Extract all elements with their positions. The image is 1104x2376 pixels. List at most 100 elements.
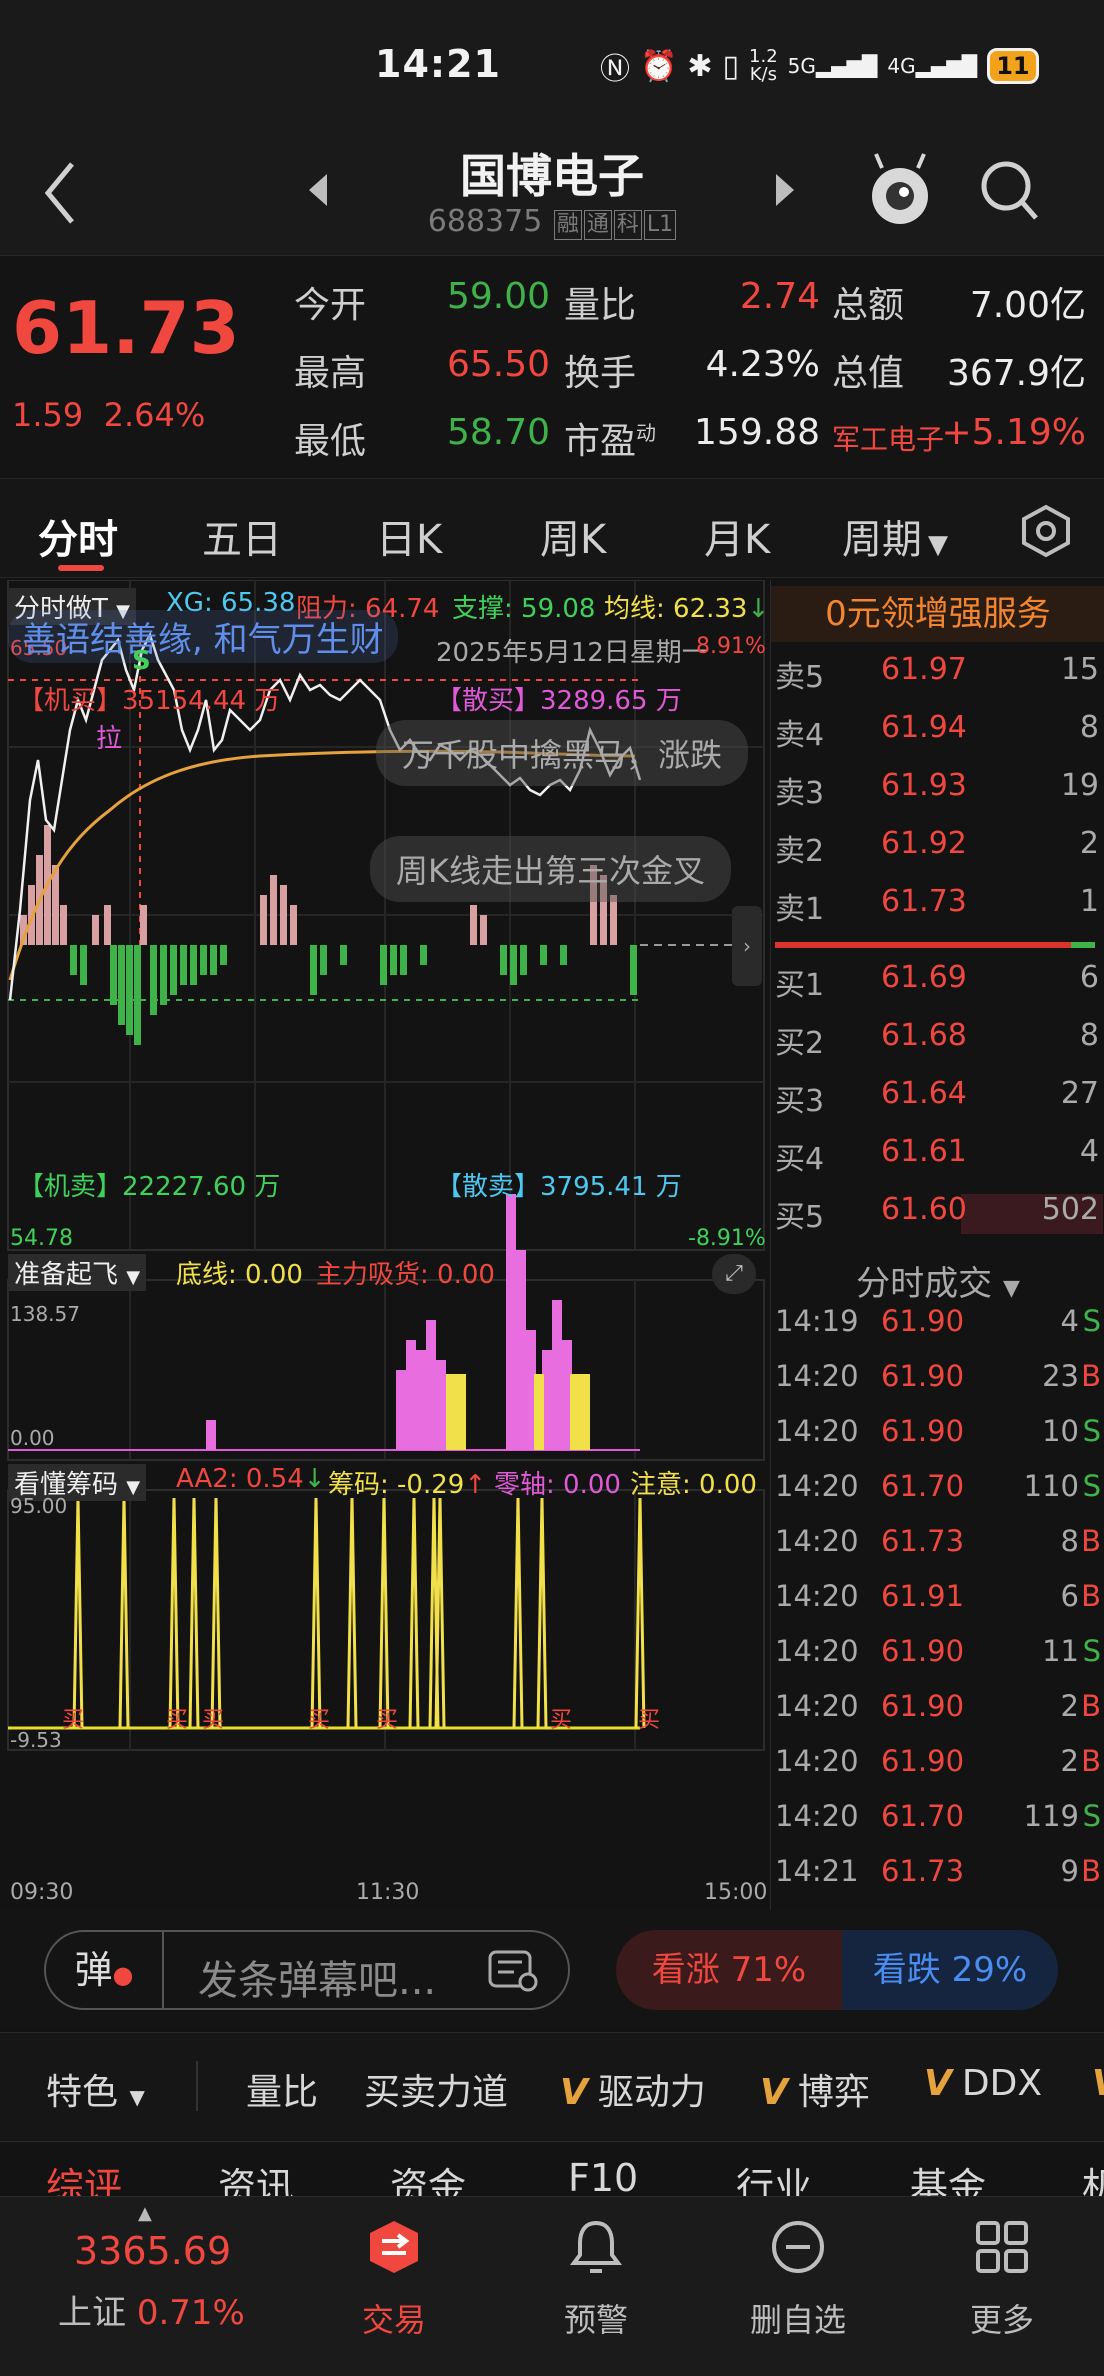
volume-bar-up [260, 895, 267, 945]
panel3-spike [118, 1497, 130, 1729]
ask-row[interactable]: 卖2 61.92 2 [771, 826, 1104, 884]
slogan-overlay: 善语结善缘, 和气万生财 [8, 610, 398, 663]
tab-game[interactable]: V 博弈 [760, 2063, 870, 2115]
bullet-bar: 弹● 发条弹幕吧... 看涨 71% 看跌 29% [0, 1910, 1104, 2030]
bid-row[interactable]: 买2 61.68 8 [771, 1018, 1104, 1076]
settings-hexagon-icon[interactable] [1018, 503, 1074, 559]
ask-row[interactable]: 卖3 61.93 19 [771, 768, 1104, 826]
grid-icon [976, 2221, 1028, 2273]
ask-row[interactable]: 卖5 61.97 15 [771, 652, 1104, 710]
tab-volume-ratio[interactable]: 量比 [246, 2063, 318, 2115]
tick-row: 14:20 61.90 23 B [775, 1359, 1101, 1393]
tick-row: 14:20 61.91 6 B [775, 1579, 1101, 1613]
institution-buy: 【机买】35154.44 万 [18, 686, 281, 716]
bid-ask-ratio-bar [775, 942, 1095, 948]
vote-rise-button[interactable]: 看涨 71% [616, 1930, 842, 2010]
tick-row: 14:20 61.73 8 B [775, 1524, 1101, 1558]
caret-down-icon: ▼ [928, 530, 948, 560]
stock-header: 国博电子 688375 融通科 L1 [0, 130, 1104, 255]
tab-weekly-k[interactable]: 周K [540, 507, 606, 565]
buy-marker: 买 [62, 1708, 85, 1733]
tick-row: 14:20 61.90 10 S [775, 1414, 1101, 1448]
time-mid: 11:30 [356, 1880, 420, 1905]
panel2-dropdown[interactable]: 准备起飞 ▼ [8, 1254, 147, 1291]
panel2-bar [416, 1350, 426, 1450]
bid-row[interactable]: 买3 61.64 27 [771, 1076, 1104, 1134]
assistant-mascot-icon[interactable] [868, 150, 932, 230]
tick-row: 14:20 61.90 2 B [775, 1744, 1101, 1778]
vote-fall-button[interactable]: 看跌 29% [842, 1930, 1058, 2010]
bullet-settings-icon[interactable] [486, 1946, 542, 1996]
tag-margin: 融 [553, 210, 582, 240]
volume-bar-up [610, 895, 617, 945]
signal-4g-icon: 4G▂▄▆█ [887, 54, 978, 78]
volume-bar-down [390, 945, 397, 975]
ask-row[interactable]: 卖4 61.94 8 [771, 710, 1104, 768]
service-banner[interactable]: 0元领增强服务 [771, 586, 1104, 642]
expand-side-handle[interactable]: › [732, 906, 762, 986]
nav-trade[interactable]: 交易 [324, 2217, 464, 2341]
volume-bar-down [160, 945, 167, 1005]
tab-monthly-k[interactable]: 月K [704, 507, 770, 565]
bluetooth-icon: ✱ [687, 48, 713, 84]
order-book: 0元领增强服务 卖5 61.97 15 卖4 61.94 8 卖3 61.93 19 卖2 6… [770, 580, 1104, 1910]
bid-row[interactable]: 买5 61.60 502 [771, 1192, 1104, 1250]
open-value: 59.00 [446, 276, 550, 317]
volume-bar-up [92, 915, 99, 945]
nav-more[interactable]: 更多 [932, 2217, 1072, 2341]
bullet-input-box[interactable]: 弹● 发条弹幕吧... [44, 1930, 570, 2010]
bid-row[interactable]: 买4 61.61 4 [771, 1134, 1104, 1192]
bid-row[interactable]: 买1 61.69 6 [771, 960, 1104, 1018]
tab-five-day[interactable]: 五日 [202, 507, 282, 565]
period-tabs: 分时 五日 日K 周K 月K 周期 ▼ [0, 478, 1104, 578]
panel2-bar [516, 1250, 526, 1450]
volume-bar-down [420, 945, 427, 965]
stock-code: 688375 融通科 L1 [0, 204, 1104, 240]
tab-intraday[interactable]: 分时 [38, 507, 118, 565]
ticks-title[interactable]: 分时成交 ▼ [771, 1256, 1104, 1305]
sector-name[interactable]: 军工电子 [832, 418, 944, 458]
nav-alert[interactable]: 预警 [526, 2217, 666, 2341]
volume-bar-up [140, 905, 147, 945]
turnover-rate-label: 换手 [564, 353, 637, 394]
tab-buy-sell-force[interactable]: 买卖力道 [364, 2063, 508, 2115]
tick-row: 14:20 61.90 11 S [775, 1634, 1101, 1668]
tick-row: 14:19 61.90 4 S [775, 1304, 1101, 1338]
panel2-bar [206, 1420, 216, 1450]
tab-active-indicator [58, 565, 104, 571]
bullet-toggle[interactable]: 弹● [46, 1932, 164, 2008]
nav-remove-watchlist[interactable]: 删自选 [728, 2217, 868, 2341]
bottom-pct-label: -8.91% [688, 1226, 766, 1251]
status-icons: Ⓝ ⏰ ✱ ▯ 1.2 K/s 5G▂▄▆█ 4G▂▄▆█ 11 [600, 44, 1039, 88]
ask-row[interactable]: 卖1 61.73 1 [771, 884, 1104, 942]
index-value[interactable]: 3365.69 [74, 2229, 231, 2273]
sector-change[interactable]: +5.19% [940, 412, 1086, 453]
panel3-spike [434, 1497, 446, 1729]
tab-daily-k[interactable]: 日K [376, 507, 442, 565]
panel3-spikes [72, 1497, 646, 1729]
chart-area[interactable]: 分时做T ▼ XG: 65.38 阻力: 64.74 支撑: 59.08 均线:… [0, 580, 770, 1910]
status-bar: 14:21 Ⓝ ⏰ ✱ ▯ 1.2 K/s 5G▂▄▆█ 4G▂▄▆█ 11 [0, 0, 1104, 130]
next-stock-icon[interactable] [772, 170, 798, 210]
news-ticker-2[interactable]: 周K线走出第三次金叉 [370, 836, 731, 902]
expand-icon[interactable]: ⤢ [712, 1254, 756, 1294]
volume-bar-down [190, 945, 197, 985]
tag-level: L1 [643, 210, 677, 240]
tab-driving-force[interactable]: V 驱动力 [560, 2063, 706, 2115]
search-icon[interactable] [978, 156, 1042, 226]
volume-ratio-value: 2.74 [739, 276, 820, 317]
bullet-input[interactable]: 发条弹幕吧... [198, 1948, 436, 2006]
panel3-spike [210, 1497, 222, 1729]
feature-dropdown[interactable]: 特色 ▼ [46, 2063, 145, 2115]
panel2-bar [396, 1370, 406, 1450]
buy-marker: 买 [308, 1708, 331, 1733]
panel3-chip: 筹码: -0.29↑ [328, 1470, 487, 1500]
price-change: 1.59 2.64% [12, 396, 206, 434]
tab-ddx[interactable]: V DDX [924, 2063, 1042, 2104]
index-label[interactable]: 上证 0.71% [58, 2285, 245, 2334]
news-ticker-1[interactable]: 万千股中擒黑马，涨跌 [376, 720, 749, 786]
open-label: 今开 [294, 285, 367, 326]
tab-period-dropdown[interactable]: 周期 ▼ [842, 507, 948, 565]
tab-f10[interactable]: F10 [568, 2156, 638, 2200]
panel3-spike [408, 1497, 420, 1729]
